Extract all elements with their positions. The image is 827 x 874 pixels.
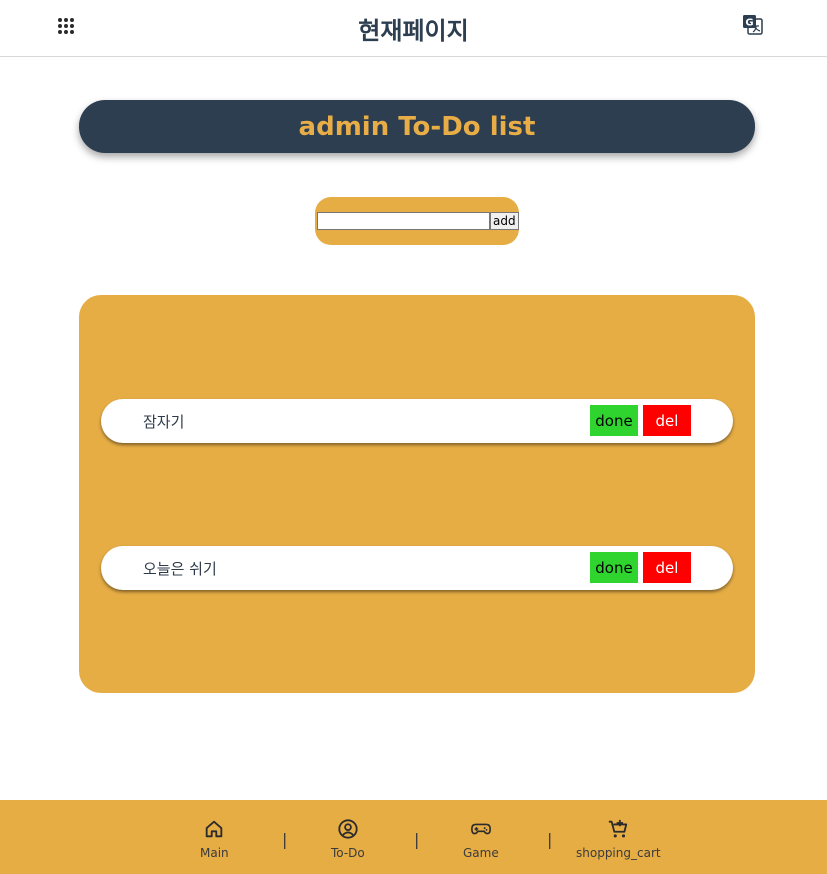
delete-button[interactable]: del [643, 405, 691, 436]
nav-item-todo[interactable]: To-Do [331, 818, 365, 860]
svg-text:G: G [745, 18, 753, 29]
translate-icon[interactable]: G [742, 14, 764, 36]
cart-add-icon [609, 819, 628, 838]
nav-separator: | [547, 830, 553, 849]
user-circle-icon [338, 819, 358, 839]
todo-text: 오늘은 쉬기 [143, 560, 217, 578]
home-icon [206, 820, 223, 838]
top-bar: 현재페이지 G [0, 0, 827, 57]
todo-input[interactable] [317, 212, 490, 230]
bottom-nav: Main | To-Do | Game | shopping_cart [0, 800, 827, 874]
nav-item-main[interactable]: Main [200, 818, 229, 860]
add-button[interactable]: add [490, 212, 519, 230]
todo-item: 잠자기 done del [101, 399, 733, 443]
done-button[interactable]: done [590, 552, 638, 583]
done-button[interactable]: done [590, 405, 638, 436]
banner-title: admin To-Do list [298, 111, 536, 142]
todo-item: 오늘은 쉬기 done del [101, 546, 733, 590]
todo-list-panel: 잠자기 done del 오늘은 쉬기 done del [79, 295, 755, 693]
nav-separator: | [414, 830, 420, 849]
nav-separator: | [282, 830, 288, 849]
add-todo-form: add [315, 197, 519, 245]
delete-button[interactable]: del [643, 552, 691, 583]
todo-text: 잠자기 [143, 413, 185, 431]
page-title: 현재페이지 [358, 17, 469, 45]
nav-item-shopping-cart[interactable]: shopping_cart [576, 818, 661, 860]
nav-label: Main [200, 846, 229, 860]
nav-label: To-Do [331, 846, 365, 860]
nav-label: shopping_cart [576, 846, 661, 860]
nav-label: Game [463, 846, 499, 860]
nav-item-game[interactable]: Game [463, 818, 499, 860]
todo-banner: admin To-Do list [79, 100, 755, 153]
gamepad-icon [470, 823, 491, 835]
